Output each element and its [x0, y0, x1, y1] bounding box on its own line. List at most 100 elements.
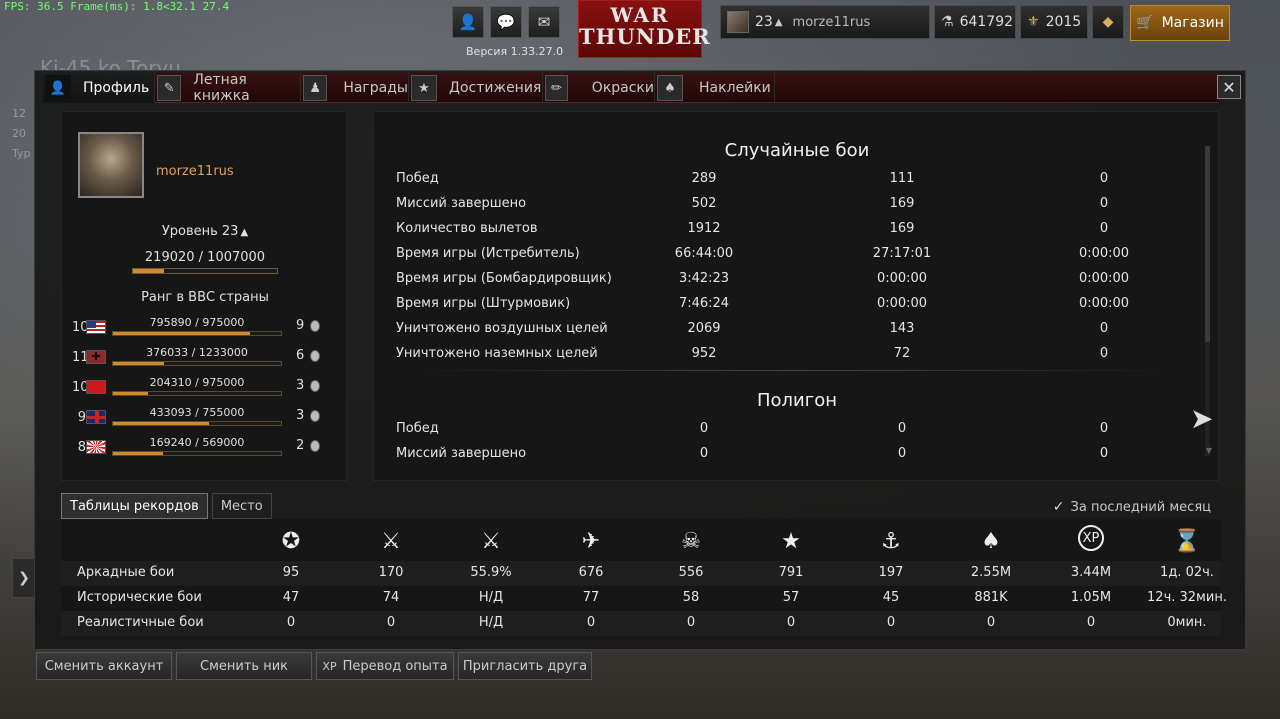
leaderboard-cell: 791 [778, 565, 804, 580]
stat-value-arcade: 66:44:00 [674, 246, 734, 261]
leaderboard-row-label: Аркадные бои [77, 565, 175, 580]
ground-kills-icon: ★ [781, 528, 801, 554]
leaderboard-cell: 0 [586, 615, 596, 630]
leaderboard-cell: 1д. 02ч. [1160, 565, 1214, 580]
premium-icon[interactable]: ◆ [1092, 5, 1124, 39]
leaderboard-cell: 0 [686, 615, 696, 630]
change-nick-button[interactable]: Сменить ник [176, 652, 312, 680]
stat-row: Время игры (Истребитель) 66:44:00 27:17:01… [374, 242, 1204, 267]
air-kills-icon: ✈ [581, 528, 601, 554]
stat-label: Побед [396, 171, 439, 186]
avatar[interactable] [78, 132, 144, 198]
tab-profile[interactable]: 👤 Профиль [43, 73, 155, 103]
last-month-checkbox[interactable]: ✓ За последний месяц [1053, 499, 1211, 515]
checkmark-icon: ✓ [1052, 499, 1065, 515]
nation-row-ussr[interactable]: 10 204310 / 975000 3 [72, 376, 332, 406]
player-exp: 219020 / 1007000 [144, 250, 266, 265]
medal-icon [310, 440, 320, 452]
nation-exp-bar [112, 451, 282, 456]
account-widget[interactable]: 23 ▲ morze11rus [720, 5, 930, 39]
shop-button[interactable]: 🛒 Магазин [1130, 5, 1230, 41]
profile-window: 👤 Профиль ✎ Летная книжка ♟ Награды ★ До… [34, 70, 1246, 650]
stat-value-arcade: 2069 [687, 321, 721, 336]
version-label: Версия 1.33.27.0 [466, 45, 564, 58]
chat-icon[interactable]: 💬 [490, 6, 522, 38]
player-exp-bar [132, 268, 278, 274]
leaderboard-cell: 676 [578, 565, 604, 580]
stat-value-arcade: 289 [691, 171, 717, 186]
change-account-button[interactable]: Сменить аккаунт [36, 652, 172, 680]
stat-value-historical: 0 [897, 446, 907, 461]
stat-value-arcade: 1912 [687, 221, 721, 236]
close-icon[interactable]: ✕ [1217, 75, 1241, 99]
top-bar: 👤 💬 ✉ Версия 1.33.27.0 WAR THUNDER 23 ▲ … [0, 0, 1280, 58]
xp-icon: XP [322, 659, 337, 673]
golden-eagles-balance[interactable]: ⚜ 2015 [1020, 5, 1088, 39]
stat-value-historical: 143 [889, 321, 915, 336]
mouse-cursor-icon: ➤ [1190, 402, 1214, 435]
stat-value-arcade: 502 [691, 196, 717, 211]
stat-row: Побед 289 111 0 [374, 167, 1204, 192]
tab-decals[interactable]: ♠ Наклейки [655, 73, 775, 103]
leaderboard-cell: 95 [282, 565, 300, 580]
leaderboard-cell: 556 [678, 565, 704, 580]
nation-row-japan[interactable]: 8 169240 / 569000 2 [72, 436, 332, 466]
polygon-title: Полигон [757, 390, 837, 411]
scroll-down-arrow-icon[interactable]: ▼ [1206, 446, 1212, 455]
stats-scrollbar[interactable] [1205, 146, 1210, 342]
flag-ussr-icon [86, 380, 106, 394]
leaderboard-cell: 57 [782, 590, 800, 605]
war-thunder-logo: WAR THUNDER [578, 0, 710, 58]
stat-value-realistic: 0 [1099, 221, 1109, 236]
bottom-bar: Сменить аккаунт Сменить ник XP Перевод о… [34, 652, 1246, 686]
medal-icon [310, 320, 320, 332]
tab-place[interactable]: Место [211, 493, 272, 519]
background-left-text: 12 20 Typ [12, 107, 31, 160]
section-divider [404, 370, 1184, 371]
stat-value-realistic: 0 [1099, 446, 1109, 461]
tab-skins[interactable]: ✏ Окраски [543, 73, 655, 103]
nation-row-germany[interactable]: 11 ✚ 376033 / 1233000 6 [72, 346, 332, 376]
stat-row: Миссий завершено 0 0 0 [374, 442, 1204, 467]
leaderboard-cell: 0 [886, 615, 896, 630]
leaderboard-row: Исторические бои 47 74 Н/Д 77 58 57 45 881K 1.05M… [61, 586, 1227, 611]
leaderboard-cell: 197 [878, 565, 904, 580]
random-battles-title: Случайные бои [724, 140, 870, 161]
stat-row: Миссий завершено 502 169 0 [374, 192, 1204, 217]
nation-row-britain[interactable]: 9 433093 / 755000 3 [72, 406, 332, 436]
transfer-exp-button[interactable]: XP Перевод опыта [316, 652, 454, 680]
tab-logbook[interactable]: ✎ Летная книжка [155, 72, 301, 104]
tab-leaderboards[interactable]: Таблицы рекордов [61, 493, 208, 519]
profile-icon[interactable]: 👤 [452, 6, 484, 38]
mail-icon[interactable]: ✉ [528, 6, 560, 38]
nation-row-usa[interactable]: 10 795890 / 975000 9 [72, 316, 332, 346]
invite-friend-button[interactable]: Пригласить друга [458, 652, 592, 680]
medal-icon [310, 350, 320, 362]
xp-icon: XP [1078, 525, 1104, 551]
stat-value-realistic: 0 [1099, 346, 1109, 361]
tab-awards[interactable]: ♟ Награды [301, 73, 409, 103]
stat-label: Количество вылетов [396, 221, 538, 236]
medal-icon [310, 410, 320, 422]
stat-value-historical: 27:17:01 [872, 246, 932, 261]
stat-value-arcade: 7:46:24 [678, 296, 730, 311]
stat-value-realistic: 0:00:00 [1078, 246, 1130, 261]
victories-icon: ✪ [281, 528, 301, 554]
leaderboard-cell: 2.55M [970, 565, 1012, 580]
tab-achievements[interactable]: ★ Достижения [409, 73, 543, 103]
leaderboard-cell: 47 [282, 590, 300, 605]
leaderboard-cell: 74 [382, 590, 400, 605]
profile-tabs: 👤 Профиль ✎ Летная книжка ♟ Награды ★ До… [43, 72, 1219, 104]
leaderboard-cell: 170 [378, 565, 404, 580]
leaderboard-row-label: Исторические бои [77, 590, 202, 605]
stat-label: Время игры (Бомбардировщик) [396, 271, 612, 286]
stat-label: Время игры (Истребитель) [396, 246, 580, 261]
nation-exp-bar [112, 421, 282, 426]
side-expand-arrow-icon[interactable]: ❯ [12, 558, 36, 598]
leaderboard-cell: 881K [974, 590, 1008, 605]
stat-label: Уничтожено воздушных целей [396, 321, 608, 336]
silver-lions-balance[interactable]: ⚗ 641792 [934, 5, 1016, 39]
stat-value-historical: 169 [889, 221, 915, 236]
leaderboard-cell: 0 [786, 615, 796, 630]
leaderboard-cell: 58 [682, 590, 700, 605]
